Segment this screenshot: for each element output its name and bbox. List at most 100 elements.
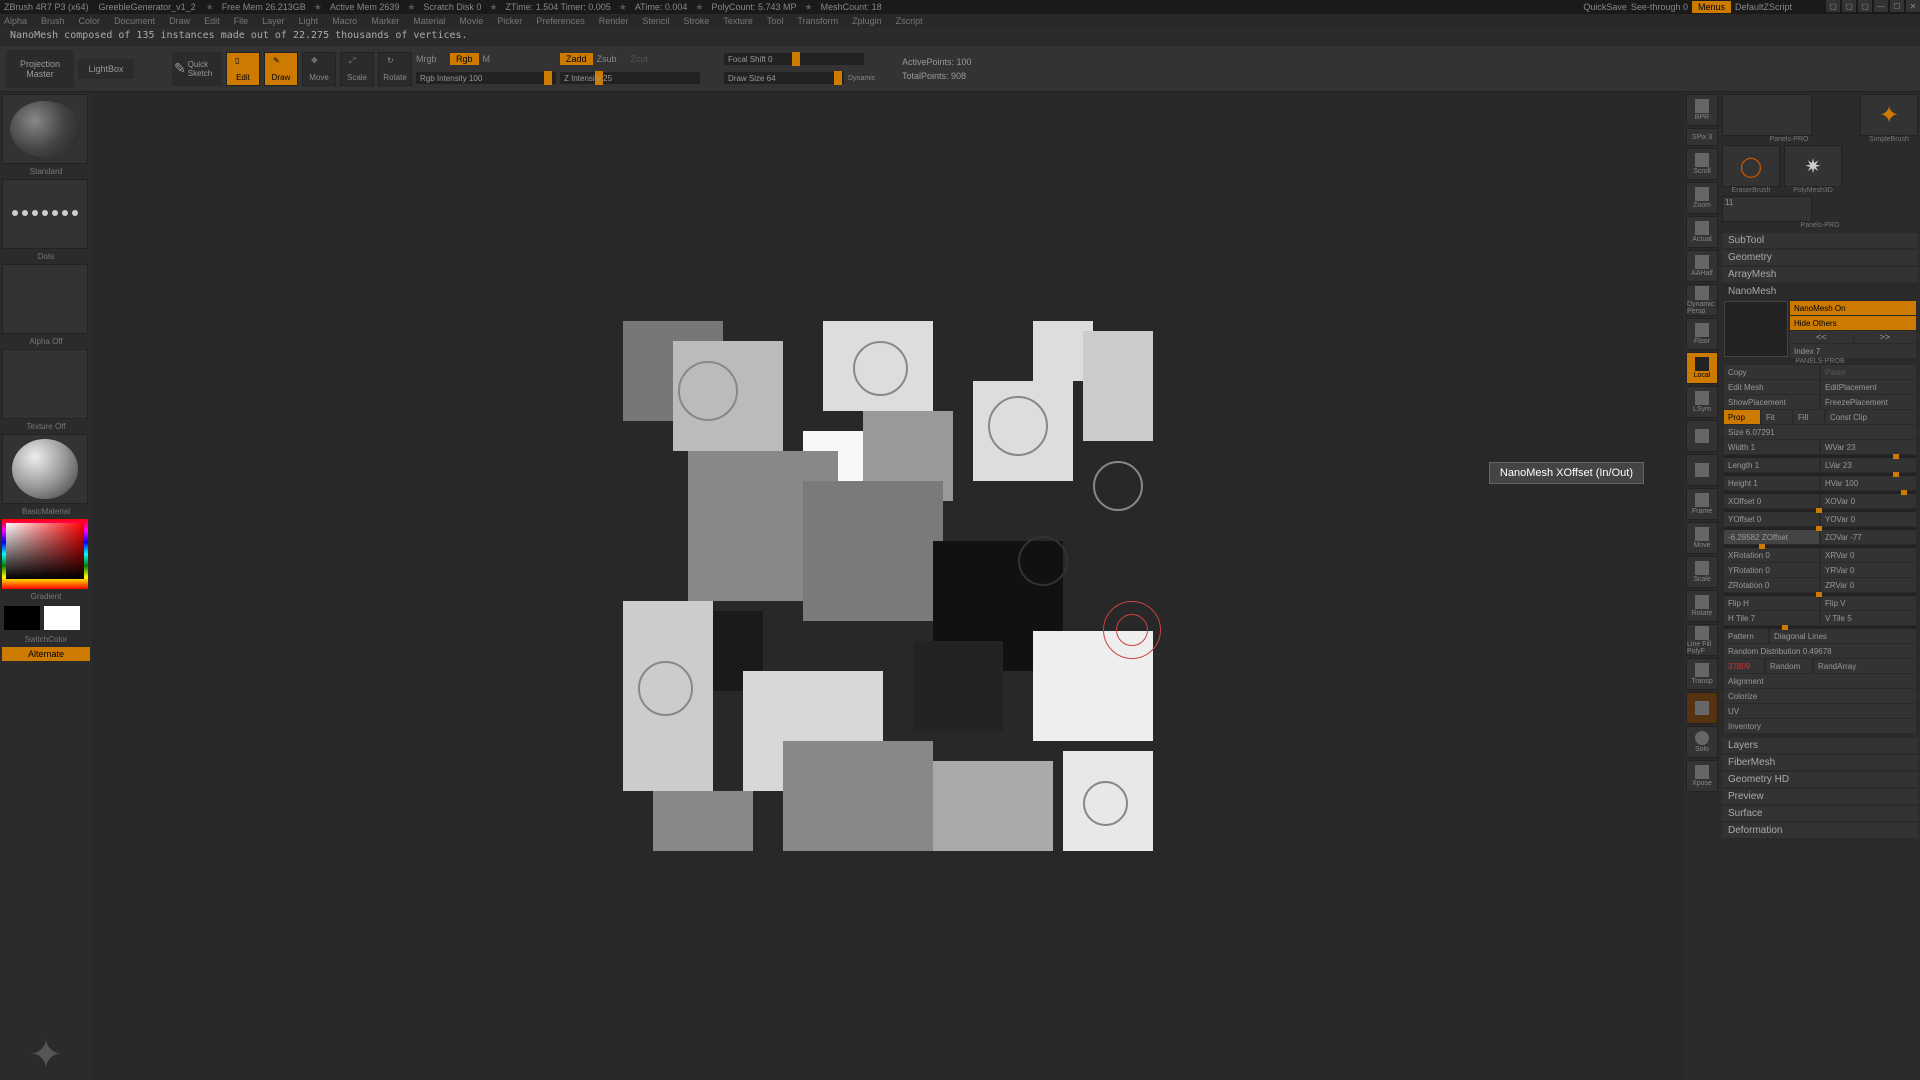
menu-item[interactable]: Draw bbox=[169, 16, 190, 26]
move-view-btn[interactable]: Move bbox=[1686, 522, 1718, 554]
menu-item[interactable]: Movie bbox=[459, 16, 483, 26]
edit-button[interactable]: ▯Edit bbox=[226, 52, 260, 86]
frame-btn[interactable]: Frame bbox=[1686, 488, 1718, 520]
center-btn[interactable] bbox=[1686, 420, 1718, 452]
section-deformation[interactable]: Deformation bbox=[1722, 823, 1918, 838]
section-layers[interactable]: Layers bbox=[1722, 738, 1918, 753]
menu-item[interactable]: Edit bbox=[204, 16, 220, 26]
fit[interactable]: Fit bbox=[1762, 410, 1792, 424]
projection-master[interactable]: Projection Master bbox=[6, 50, 74, 88]
edit-mesh[interactable]: Edit Mesh bbox=[1724, 380, 1819, 394]
zadd-button[interactable]: Zadd bbox=[560, 53, 593, 65]
rgb-intensity-slider[interactable]: Rgb Intensity 100 bbox=[416, 72, 556, 84]
swatch-white[interactable] bbox=[44, 606, 80, 630]
yoffset[interactable]: YOffset 0 bbox=[1724, 512, 1819, 526]
win-btn[interactable]: ▢ bbox=[1858, 0, 1872, 12]
tool-thumb[interactable] bbox=[1722, 94, 1812, 136]
width[interactable]: Width 1 bbox=[1724, 440, 1819, 454]
zrvar[interactable]: ZRVar 0 bbox=[1821, 578, 1916, 592]
tool-thumb[interactable]: ✦ bbox=[1860, 94, 1918, 136]
menu-item[interactable]: Brush bbox=[41, 16, 65, 26]
win-close[interactable]: ✕ bbox=[1906, 0, 1920, 12]
menu-item[interactable]: Picker bbox=[497, 16, 522, 26]
nano-preview[interactable] bbox=[1724, 301, 1788, 357]
win-btn[interactable]: ▢ bbox=[1826, 0, 1840, 12]
focal-shift-slider[interactable]: Focal Shift 0 bbox=[724, 53, 864, 65]
yovar[interactable]: YOVar 0 bbox=[1821, 512, 1916, 526]
stroke-thumb[interactable] bbox=[2, 179, 88, 249]
scroll-btn[interactable]: Scroll bbox=[1686, 148, 1718, 180]
move-button[interactable]: ✥Move bbox=[302, 52, 336, 86]
menu-item[interactable]: Zplugin bbox=[852, 16, 882, 26]
flip-v[interactable]: Flip V bbox=[1821, 596, 1916, 610]
draw-button[interactable]: ✎Draw bbox=[264, 52, 298, 86]
zrotation[interactable]: ZRotation 0 bbox=[1724, 578, 1819, 592]
section-nanomesh[interactable]: NanoMesh bbox=[1722, 284, 1918, 299]
alpha-thumb[interactable] bbox=[2, 264, 88, 334]
tool-thumb[interactable]: ✷ bbox=[1784, 145, 1842, 187]
xrotation[interactable]: XRotation 0 bbox=[1724, 548, 1819, 562]
material-thumb[interactable] bbox=[2, 434, 88, 504]
xrvar[interactable]: XRVar 0 bbox=[1821, 548, 1916, 562]
zovar[interactable]: ZOVar -77 bbox=[1821, 530, 1916, 544]
solo-btn[interactable]: Solo bbox=[1686, 726, 1718, 758]
spix-btn[interactable]: SPix 3 bbox=[1686, 128, 1718, 146]
local-btn[interactable]: Local bbox=[1686, 352, 1718, 384]
z-intensity-slider[interactable]: Z Intensity 25 bbox=[560, 72, 700, 84]
win-minimize[interactable]: — bbox=[1874, 0, 1888, 12]
menu-item[interactable]: Marker bbox=[371, 16, 399, 26]
brush-thumb[interactable] bbox=[2, 94, 88, 164]
tool-thumb[interactable]: 11 bbox=[1722, 196, 1812, 222]
bpr-btn[interactable]: BPR bbox=[1686, 94, 1718, 126]
hvar[interactable]: HVar 100 bbox=[1821, 476, 1916, 490]
defaultzscript[interactable]: DefaultZScript bbox=[1735, 2, 1792, 12]
htile[interactable]: H Tile 7 bbox=[1724, 611, 1819, 625]
section-preview[interactable]: Preview bbox=[1722, 789, 1918, 804]
menu-item[interactable]: File bbox=[234, 16, 249, 26]
section-geometryhd[interactable]: Geometry HD bbox=[1722, 772, 1918, 787]
index-prev[interactable]: << bbox=[1790, 331, 1853, 343]
canvas[interactable]: NanoMesh XOffset (In/Out) bbox=[92, 92, 1684, 1080]
height[interactable]: Height 1 bbox=[1724, 476, 1819, 490]
inventory[interactable]: Inventory bbox=[1724, 719, 1916, 733]
grid-btn[interactable] bbox=[1686, 454, 1718, 486]
quicksave[interactable]: QuickSave bbox=[1583, 2, 1627, 12]
nanomesh-on[interactable]: NanoMesh On bbox=[1790, 301, 1916, 315]
menu-item[interactable]: Alpha bbox=[4, 16, 27, 26]
rgb-button[interactable]: Rgb bbox=[450, 53, 479, 65]
section-surface[interactable]: Surface bbox=[1722, 806, 1918, 821]
paste[interactable]: Paste bbox=[1821, 365, 1916, 379]
menu-item[interactable]: Macro bbox=[332, 16, 357, 26]
win-maximize[interactable]: ☐ bbox=[1890, 0, 1904, 12]
menu-item[interactable]: Transform bbox=[797, 16, 838, 26]
index-next[interactable]: >> bbox=[1854, 331, 1917, 343]
menu-item[interactable]: Tool bbox=[767, 16, 784, 26]
color-picker[interactable] bbox=[2, 519, 88, 589]
section-arraymesh[interactable]: ArrayMesh bbox=[1722, 267, 1918, 282]
menu-item[interactable]: Color bbox=[79, 16, 101, 26]
win-btn[interactable]: ▢ bbox=[1842, 0, 1856, 12]
menu-item[interactable]: Texture bbox=[723, 16, 753, 26]
pattern-val[interactable]: Diagonal Lines bbox=[1770, 629, 1916, 643]
menu-item[interactable]: Light bbox=[299, 16, 319, 26]
const-clip[interactable]: Const Clip bbox=[1826, 410, 1916, 424]
seethrough[interactable]: See-through 0 bbox=[1631, 2, 1688, 12]
edit-placement[interactable]: EditPlacement bbox=[1821, 380, 1916, 394]
menu-item[interactable]: Material bbox=[413, 16, 445, 26]
xovar[interactable]: XOVar 0 bbox=[1821, 494, 1916, 508]
zoffset[interactable]: -6.28582 ZOffset bbox=[1724, 530, 1819, 544]
size[interactable]: Size 6.07291 bbox=[1724, 425, 1916, 439]
pattern[interactable]: Pattern bbox=[1724, 629, 1768, 643]
menu-item[interactable]: Zscript bbox=[896, 16, 923, 26]
flip-h[interactable]: Flip H bbox=[1724, 596, 1819, 610]
menu-item[interactable]: Render bbox=[599, 16, 629, 26]
swatch-black[interactable] bbox=[4, 606, 40, 630]
draw-size-slider[interactable]: Draw Size 64 bbox=[724, 72, 844, 84]
menus-btn[interactable]: Menus bbox=[1692, 1, 1731, 13]
fill[interactable]: Fill bbox=[1794, 410, 1824, 424]
menu-item[interactable]: Stroke bbox=[683, 16, 709, 26]
rotate-button[interactable]: ↻Rotate bbox=[378, 52, 412, 86]
lsym-btn[interactable]: LSym bbox=[1686, 386, 1718, 418]
xoffset[interactable]: XOffset 0 bbox=[1724, 494, 1819, 508]
menu-item[interactable]: Layer bbox=[262, 16, 285, 26]
